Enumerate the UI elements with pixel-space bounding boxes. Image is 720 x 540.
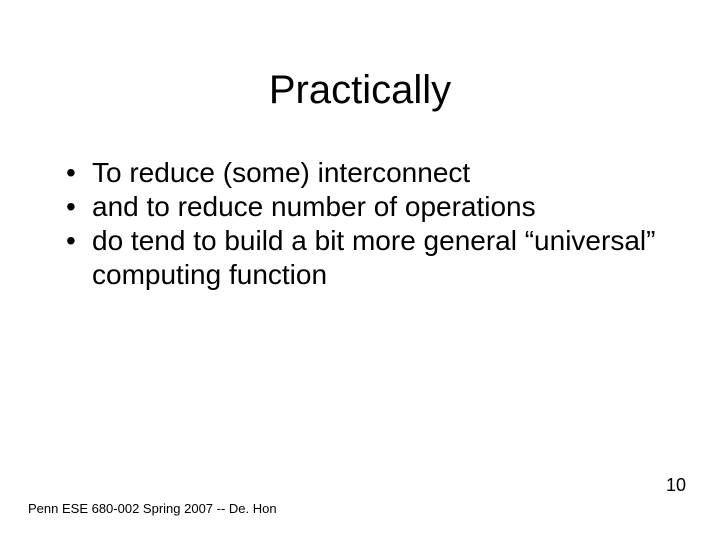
page-number: 10 [666,475,686,496]
footer-text: Penn ESE 680-002 Spring 2007 -- De. Hon [28,501,277,516]
bullet-list: To reduce (some) interconnect and to red… [66,156,666,293]
bullet-item: do tend to build a bit more general “uni… [66,224,666,292]
bullet-item: To reduce (some) interconnect [66,156,666,190]
bullet-item: and to reduce number of operations [66,190,666,224]
slide: Practically To reduce (some) interconnec… [0,0,720,540]
slide-title: Practically [0,68,720,113]
